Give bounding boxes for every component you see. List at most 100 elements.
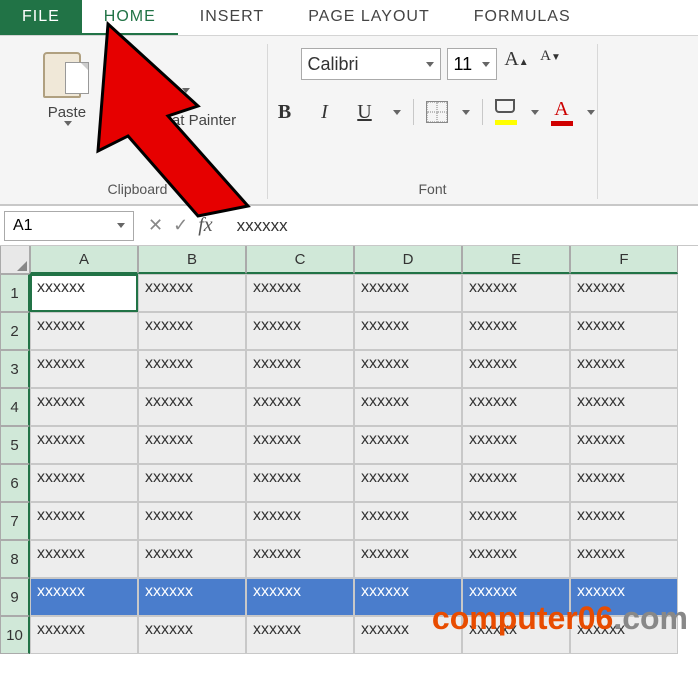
cell[interactable]: xxxxxx xyxy=(570,502,678,540)
cell[interactable]: xxxxxx xyxy=(462,616,570,654)
row-header[interactable]: 4 xyxy=(0,388,30,426)
tab-file[interactable]: FILE xyxy=(0,0,82,35)
fx-icon[interactable]: fx xyxy=(198,214,212,237)
cell[interactable]: xxxxxx xyxy=(462,578,570,616)
font-name-select[interactable]: Calibri xyxy=(301,48,441,80)
cell[interactable]: xxxxxx xyxy=(138,274,246,312)
column-header[interactable]: A xyxy=(30,246,138,274)
cell[interactable]: xxxxxx xyxy=(30,616,138,654)
chevron-down-icon[interactable] xyxy=(426,62,434,67)
tab-formulas[interactable]: FORMULAS xyxy=(452,0,593,35)
cell[interactable]: xxxxxx xyxy=(30,540,138,578)
fill-color-button[interactable] xyxy=(495,99,517,125)
formula-input[interactable] xyxy=(227,211,694,241)
chevron-down-icon[interactable] xyxy=(182,88,190,93)
cell[interactable]: xxxxxx xyxy=(354,540,462,578)
cell[interactable]: xxxxxx xyxy=(246,426,354,464)
cell[interactable]: xxxxxx xyxy=(570,616,678,654)
cell[interactable]: xxxxxx xyxy=(354,578,462,616)
cell[interactable]: xxxxxx xyxy=(138,388,246,426)
cell[interactable]: xxxxxx xyxy=(462,312,570,350)
cell[interactable]: xxxxxx xyxy=(354,616,462,654)
chevron-down-icon[interactable] xyxy=(482,62,490,67)
cell[interactable]: xxxxxx xyxy=(462,502,570,540)
cell[interactable]: xxxxxx xyxy=(354,388,462,426)
cell[interactable]: xxxxxx xyxy=(246,464,354,502)
cell[interactable]: xxxxxx xyxy=(354,502,462,540)
row-header[interactable]: 6 xyxy=(0,464,30,502)
cell[interactable]: xxxxxx xyxy=(138,464,246,502)
cut-button[interactable]: Cut xyxy=(109,50,236,70)
cell[interactable]: xxxxxx xyxy=(246,578,354,616)
column-header[interactable]: E xyxy=(462,246,570,274)
cell[interactable]: xxxxxx xyxy=(246,388,354,426)
cell[interactable]: xxxxxx xyxy=(30,312,138,350)
chevron-down-icon[interactable] xyxy=(393,110,401,115)
name-box[interactable]: A1 xyxy=(4,211,134,241)
bold-button[interactable]: B xyxy=(271,98,299,126)
increase-font-button[interactable]: A▲ xyxy=(503,48,531,80)
row-header[interactable]: 10 xyxy=(0,616,30,654)
column-header[interactable]: B xyxy=(138,246,246,274)
paste-button[interactable]: Paste xyxy=(39,44,95,130)
cell[interactable]: xxxxxx xyxy=(138,426,246,464)
cell[interactable]: xxxxxx xyxy=(246,350,354,388)
row-header[interactable]: 8 xyxy=(0,540,30,578)
cell[interactable]: xxxxxx xyxy=(570,388,678,426)
row-header[interactable]: 3 xyxy=(0,350,30,388)
cell[interactable]: xxxxxx xyxy=(462,426,570,464)
select-all-button[interactable] xyxy=(0,246,30,274)
cell[interactable]: xxxxxx xyxy=(138,578,246,616)
chevron-down-icon[interactable] xyxy=(531,110,539,115)
chevron-down-icon[interactable] xyxy=(64,121,72,126)
cell[interactable]: xxxxxx xyxy=(570,350,678,388)
chevron-down-icon[interactable] xyxy=(117,223,125,228)
row-header[interactable]: 9 xyxy=(0,578,30,616)
cell[interactable]: xxxxxx xyxy=(462,274,570,312)
cell[interactable]: xxxxxx xyxy=(462,350,570,388)
format-painter-button[interactable]: Format Painter xyxy=(109,110,236,130)
tab-page-layout[interactable]: PAGE LAYOUT xyxy=(286,0,452,35)
cell[interactable]: xxxxxx xyxy=(30,578,138,616)
cell[interactable]: xxxxxx xyxy=(138,312,246,350)
cell[interactable]: xxxxxx xyxy=(246,274,354,312)
column-header[interactable]: F xyxy=(570,246,678,274)
cell[interactable]: xxxxxx xyxy=(138,540,246,578)
cell[interactable]: xxxxxx xyxy=(354,274,462,312)
column-header[interactable]: D xyxy=(354,246,462,274)
decrease-font-button[interactable]: A▼ xyxy=(537,48,565,80)
font-color-button[interactable]: A xyxy=(551,98,573,126)
row-header[interactable]: 5 xyxy=(0,426,30,464)
cell[interactable]: xxxxxx xyxy=(570,426,678,464)
cell[interactable]: xxxxxx xyxy=(570,274,678,312)
cell[interactable]: xxxxxx xyxy=(30,350,138,388)
cell[interactable]: xxxxxx xyxy=(354,426,462,464)
font-size-select[interactable]: 11 xyxy=(447,48,497,80)
cell[interactable]: xxxxxx xyxy=(570,312,678,350)
cell[interactable]: xxxxxx xyxy=(246,312,354,350)
column-header[interactable]: C xyxy=(246,246,354,274)
cell[interactable]: xxxxxx xyxy=(138,502,246,540)
cell[interactable]: xxxxxx xyxy=(138,616,246,654)
cell[interactable]: xxxxxx xyxy=(30,464,138,502)
cell[interactable]: xxxxxx xyxy=(354,350,462,388)
cancel-formula-icon[interactable]: ✕ xyxy=(148,215,163,236)
row-header[interactable]: 2 xyxy=(0,312,30,350)
tab-insert[interactable]: INSERT xyxy=(178,0,286,35)
cell[interactable]: xxxxxx xyxy=(246,502,354,540)
cell[interactable]: xxxxxx xyxy=(462,464,570,502)
row-header[interactable]: 1 xyxy=(0,274,30,312)
italic-button[interactable]: I xyxy=(311,98,339,126)
cell[interactable]: xxxxxx xyxy=(462,540,570,578)
cell[interactable]: xxxxxx xyxy=(30,426,138,464)
cell[interactable]: xxxxxx xyxy=(138,350,246,388)
cell[interactable]: xxxxxx xyxy=(462,388,570,426)
cell[interactable]: xxxxxx xyxy=(246,540,354,578)
cell[interactable]: xxxxxx xyxy=(30,274,138,312)
copy-button[interactable]: Copy xyxy=(109,80,236,100)
enter-formula-icon[interactable]: ✓ xyxy=(173,215,188,236)
cell[interactable]: xxxxxx xyxy=(246,616,354,654)
cell[interactable]: xxxxxx xyxy=(354,464,462,502)
chevron-down-icon[interactable] xyxy=(587,110,595,115)
borders-button[interactable] xyxy=(426,101,448,123)
